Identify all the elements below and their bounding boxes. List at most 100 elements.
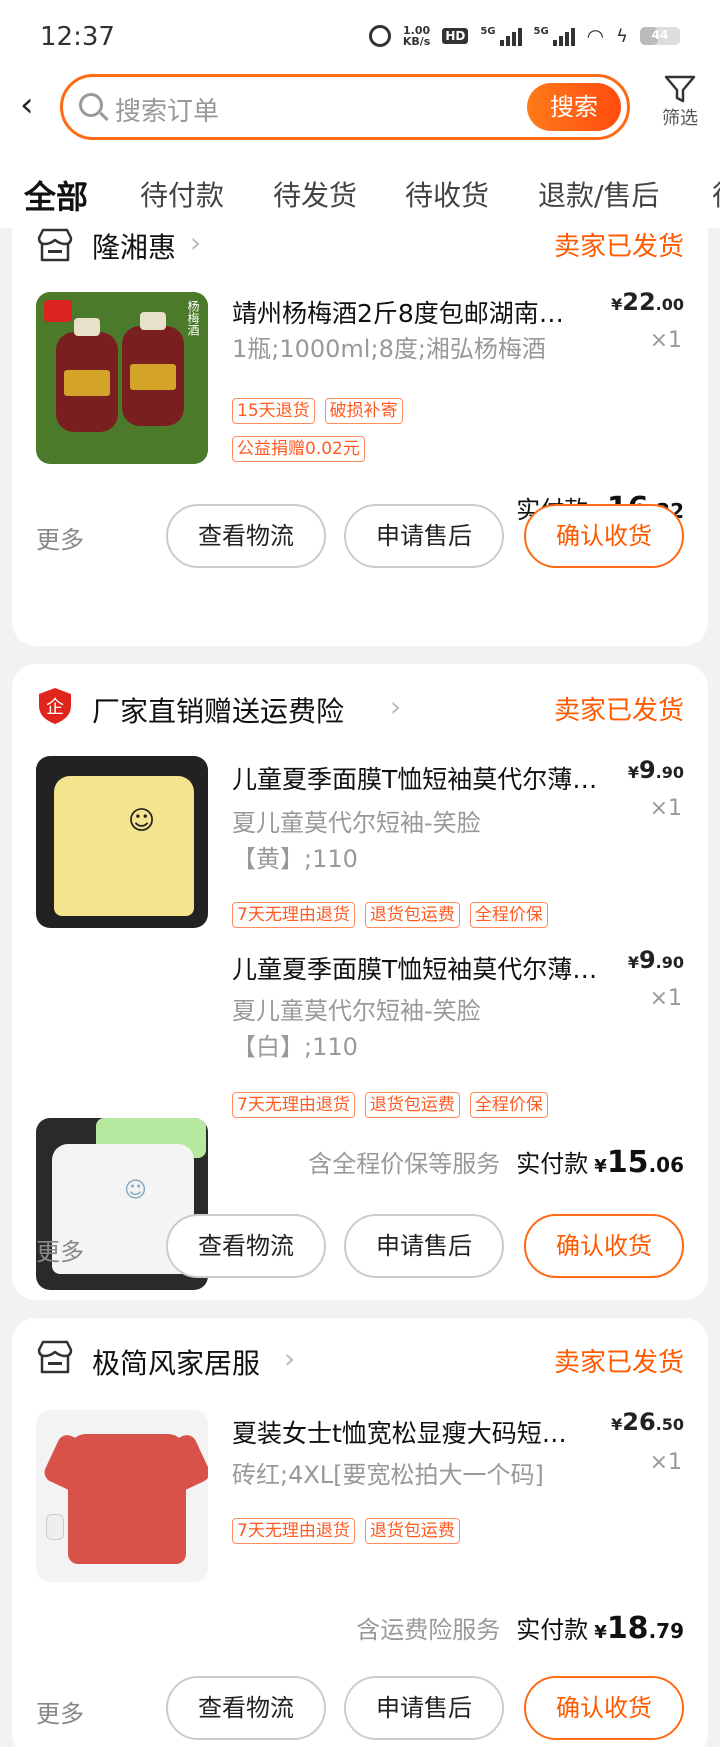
- tab-pending-payment[interactable]: 待付款: [140, 174, 224, 214]
- product-qty: ×1: [649, 796, 682, 821]
- product-qty: ×1: [649, 986, 682, 1011]
- shop-name[interactable]: 极简风家居服: [92, 1342, 260, 1382]
- tab-pending-receipt[interactable]: 待收货: [405, 174, 489, 214]
- more-button[interactable]: 更多: [36, 1694, 84, 1729]
- charging-icon: ϟ: [616, 25, 628, 47]
- currency-symbol: ¥: [594, 1622, 607, 1643]
- service-tag: 退货包运费: [364, 902, 460, 928]
- service-tags: 15天退货 破损补寄: [232, 398, 632, 424]
- order-status: 卖家已发货: [553, 232, 684, 262]
- total-label: 实付款: [516, 1616, 589, 1644]
- product-spec: 【黄】;110: [232, 845, 358, 873]
- price-int: 9: [638, 756, 656, 784]
- battery-level: 44: [651, 28, 669, 42]
- confirm-receipt-button[interactable]: 确认收货: [524, 1214, 684, 1278]
- wifi-icon: ◠: [586, 24, 605, 48]
- sig1-label: 5G: [480, 26, 496, 37]
- product-title[interactable]: 儿童夏季面膜T恤短袖莫代尔薄…: [232, 760, 602, 796]
- confirm-receipt-button[interactable]: 确认收货: [524, 1676, 684, 1740]
- product-image[interactable]: [36, 1410, 208, 1582]
- network-speed: 1.00 KB/s: [403, 25, 430, 47]
- store-icon: [36, 1340, 74, 1374]
- product-qty: ×1: [649, 1450, 682, 1475]
- shop-name[interactable]: 厂家直销赠送运费险: [92, 690, 344, 730]
- product-spec: 1瓶;1000ml;8度;湘弘杨梅酒: [232, 335, 546, 363]
- total-dec: .79: [648, 1619, 684, 1643]
- tab-review[interactable]: 待: [712, 174, 720, 214]
- tab-refund[interactable]: 退款/售后: [538, 174, 659, 214]
- price-dec: .00: [655, 295, 684, 314]
- smiley-icon: ☺: [128, 806, 156, 836]
- brand-logo-icon: [44, 300, 72, 322]
- currency-symbol: ¥: [627, 953, 639, 972]
- filter-button[interactable]: 筛选: [650, 72, 710, 142]
- view-logistics-button[interactable]: 查看物流: [166, 1214, 326, 1278]
- more-button[interactable]: 更多: [36, 520, 84, 555]
- service-tags: 公益捐赠0.02元: [232, 436, 632, 462]
- price-dec: .90: [655, 763, 684, 782]
- hd-icon: HD: [442, 28, 469, 44]
- price-int: 26: [622, 1408, 656, 1436]
- tab-pending-shipment[interactable]: 待发货: [273, 174, 357, 214]
- order-tabs: 全部 待付款 待发货 待收货 退款/售后 待: [0, 172, 720, 228]
- shop-name[interactable]: 隆湘惠: [92, 228, 176, 266]
- apply-aftersale-button[interactable]: 申请售后: [344, 1676, 504, 1740]
- status-icons: 1.00 KB/s HD 5G 5G ◠ ϟ 44: [368, 24, 680, 48]
- service-tags: 7天无理由退货 退货包运费 全程价保: [232, 1092, 632, 1118]
- product-title[interactable]: 夏装女士t恤宽松显瘦大码短…: [232, 1414, 588, 1450]
- order-total: 含运费险服务 实付款 ¥18.79: [356, 1610, 684, 1646]
- order-card[interactable]: 极简风家居服 › 卖家已发货 夏装女士t恤宽松显瘦大码短… 砖红;4XL[要宽松…: [12, 1318, 708, 1747]
- search-input[interactable]: 搜索订单 搜索: [60, 74, 630, 140]
- order-status: 卖家已发货: [553, 696, 684, 726]
- vase-icon: [46, 1514, 64, 1540]
- confirm-receipt-button[interactable]: 确认收货: [524, 504, 684, 568]
- currency-symbol: ¥: [611, 295, 623, 314]
- product-image[interactable]: ☺: [36, 756, 208, 928]
- view-logistics-button[interactable]: 查看物流: [166, 504, 326, 568]
- order-card[interactable]: 隆湘惠 › 卖家已发货 杨梅酒 靖州杨梅酒2斤8度包邮湖南… 1瓶;1000ml…: [12, 228, 708, 646]
- search-icon: [79, 93, 103, 117]
- service-tag: 15天退货: [232, 398, 315, 424]
- signal-icon: 5G: [480, 26, 522, 46]
- apply-aftersale-button[interactable]: 申请售后: [344, 504, 504, 568]
- chevron-right-icon: ›: [284, 1342, 296, 1375]
- price-int: 9: [638, 946, 656, 974]
- product-spec: 砖红;4XL[要宽松拍大一个码]: [232, 1461, 544, 1489]
- tshirt-icon: [54, 776, 194, 916]
- total-dec: .06: [648, 1153, 684, 1177]
- product-title[interactable]: 儿童夏季面膜T恤短袖莫代尔薄…: [232, 950, 602, 986]
- product-image[interactable]: 杨梅酒: [36, 292, 208, 464]
- product-spec: 【白】;110: [232, 1033, 358, 1061]
- more-button[interactable]: 更多: [36, 1232, 84, 1267]
- speed-unit: KB/s: [402, 35, 431, 48]
- store-icon: [36, 228, 74, 262]
- order-card[interactable]: 企 厂家直销赠送运费险 › 卖家已发货 ☺ 儿童夏季面膜T恤短袖莫代尔薄… 夏儿…: [12, 664, 708, 1300]
- currency-symbol: ¥: [611, 1415, 623, 1434]
- sig2-label: 5G: [533, 26, 549, 37]
- apply-aftersale-button[interactable]: 申请售后: [344, 1214, 504, 1278]
- battery-icon: 44: [640, 27, 680, 45]
- product-price: ¥9.90: [628, 756, 684, 784]
- view-logistics-button[interactable]: 查看物流: [166, 1676, 326, 1740]
- product-price: ¥9.90: [628, 946, 684, 974]
- currency-symbol: ¥: [594, 1156, 607, 1177]
- image-label: 杨梅酒: [186, 300, 200, 336]
- svg-text:企: 企: [46, 697, 64, 718]
- total-int: 18: [606, 1611, 649, 1646]
- order-total: 含全程价保等服务 实付款 ¥15.06: [308, 1144, 684, 1180]
- product-title[interactable]: 靖州杨梅酒2斤8度包邮湖南…: [232, 294, 602, 330]
- chevron-right-icon: ›: [390, 690, 402, 723]
- currency-symbol: ¥: [627, 763, 639, 782]
- product-price: ¥22.00: [611, 288, 684, 316]
- product-spec: 夏儿童莫代尔短袖-笑脸: [232, 809, 481, 837]
- total-label: 实付款: [516, 1150, 589, 1178]
- product-qty: ×1: [649, 328, 682, 353]
- tab-all[interactable]: 全部: [24, 172, 88, 218]
- back-icon[interactable]: ‹: [20, 88, 56, 124]
- search-button[interactable]: 搜索: [527, 83, 621, 131]
- service-tag: 全程价保: [469, 902, 548, 928]
- status-bar: 12:37 1.00 KB/s HD 5G 5G ◠ ϟ 44: [0, 0, 720, 72]
- filter-label: 筛选: [662, 108, 698, 129]
- service-note: 含运费险服务: [356, 1616, 501, 1644]
- total-int: 15: [606, 1145, 649, 1180]
